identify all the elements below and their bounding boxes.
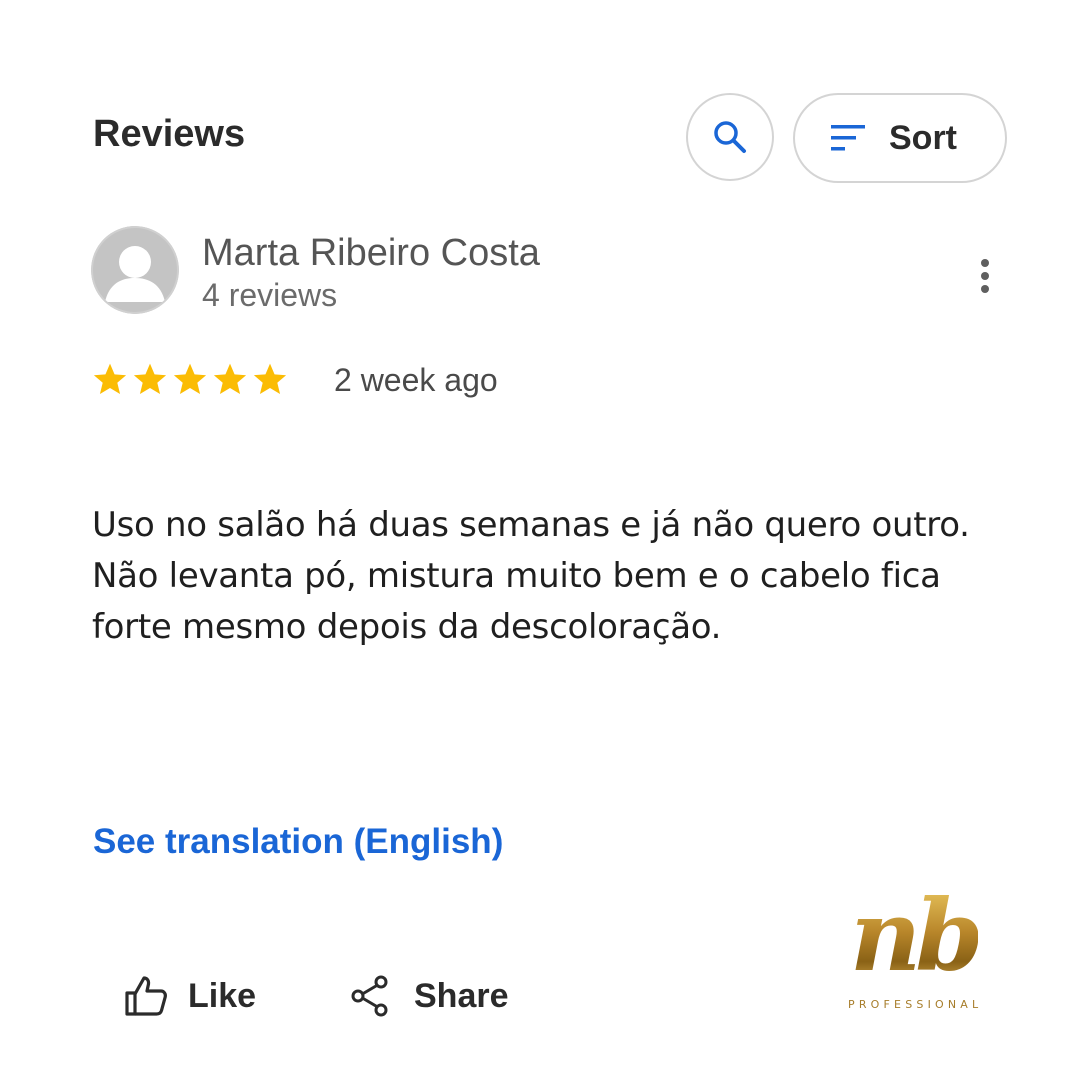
brand-logo: nb PROFESSIONAL: [846, 888, 996, 1018]
brand-subtitle: PROFESSIONAL: [848, 998, 983, 1011]
sort-button[interactable]: Sort: [793, 93, 1007, 183]
sort-label: Sort: [889, 118, 957, 157]
search-icon: [711, 118, 749, 156]
sort-icon: [831, 125, 865, 151]
like-button[interactable]: Like: [124, 975, 256, 1017]
user-avatar-icon: [91, 226, 179, 314]
share-icon: [350, 975, 390, 1017]
star-icon: [252, 362, 288, 396]
star-icon: [132, 362, 168, 396]
reviewer-name[interactable]: Marta Ribeiro Costa: [202, 232, 540, 275]
review-text: Uso no salão há duas semanas e já não qu…: [92, 505, 970, 647]
review-date: 2 week ago: [334, 362, 498, 398]
page-title: Reviews: [93, 113, 246, 155]
star-icon: [172, 362, 208, 396]
more-options-button[interactable]: [970, 256, 1000, 296]
more-vertical-icon: [979, 258, 991, 294]
share-label: Share: [414, 976, 509, 1015]
brand-mark: nb: [850, 879, 984, 994]
star-icon: [212, 362, 248, 396]
star-icon: [92, 362, 128, 396]
see-translation-link[interactable]: See translation (English): [93, 822, 503, 862]
like-label: Like: [188, 976, 257, 1015]
avatar[interactable]: [91, 226, 179, 314]
share-button[interactable]: Share: [350, 975, 509, 1017]
thumbs-up-icon: [124, 975, 168, 1017]
reviewer-review-count: 4 reviews: [202, 277, 338, 313]
search-button[interactable]: [686, 93, 774, 181]
star-rating: [92, 362, 288, 396]
